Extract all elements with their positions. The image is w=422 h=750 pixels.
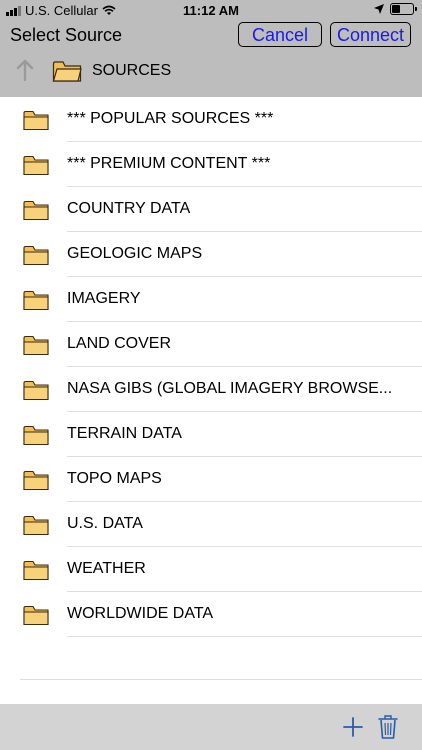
folder-icon [52, 61, 82, 82]
folder-icon [23, 335, 49, 356]
list-divider [20, 679, 422, 680]
list-item-label: *** PREMIUM CONTENT *** [67, 155, 271, 172]
list-item-label: IMAGERY [67, 290, 141, 307]
folder-icon [23, 110, 49, 131]
nav-header: Select Source Cancel Connect SOURCES [0, 22, 422, 97]
list-item[interactable]: LAND COVER [0, 322, 422, 367]
folder-icon [23, 380, 49, 401]
list-item[interactable]: GEOLOGIC MAPS [0, 232, 422, 277]
list-item[interactable]: *** PREMIUM CONTENT *** [0, 142, 422, 187]
folder-icon [23, 605, 49, 626]
status-right [374, 3, 417, 15]
list-item[interactable]: COUNTRY DATA [0, 187, 422, 232]
list-item-label: TERRAIN DATA [67, 425, 182, 442]
list-item[interactable]: WORLDWIDE DATA [0, 592, 422, 637]
folder-icon [23, 425, 49, 446]
list-item-label: TOPO MAPS [67, 470, 162, 487]
list-item-label: U.S. DATA [67, 515, 143, 532]
source-list: *** POPULAR SOURCES *** *** PREMIUM CONT… [0, 97, 422, 637]
folder-icon [23, 200, 49, 221]
bottom-toolbar [0, 704, 422, 750]
location-arrow-icon [374, 4, 384, 14]
list-item-label: NASA GIBS (GLOBAL IMAGERY BROWSE... [67, 380, 393, 397]
page-title: Select Source [10, 25, 123, 45]
list-item-label: WORLDWIDE DATA [67, 605, 214, 622]
add-icon[interactable] [342, 716, 364, 738]
list-item[interactable]: U.S. DATA [0, 502, 422, 547]
list-item[interactable]: WEATHER [0, 547, 422, 592]
trash-icon[interactable] [378, 714, 398, 740]
folder-icon [23, 155, 49, 176]
list-item-label: GEOLOGIC MAPS [67, 245, 203, 262]
status-time: 11:12 AM [183, 3, 239, 18]
battery-icon [390, 3, 417, 15]
list-item[interactable]: NASA GIBS (GLOBAL IMAGERY BROWSE... [0, 367, 422, 412]
list-item-label: COUNTRY DATA [67, 200, 191, 217]
list-item-label: LAND COVER [67, 335, 172, 352]
folder-icon [23, 245, 49, 266]
up-folder-arrow-icon[interactable] [14, 58, 36, 82]
list-item[interactable]: IMAGERY [0, 277, 422, 322]
cancel-button[interactable]: Cancel [238, 22, 322, 47]
list-item-label: *** POPULAR SOURCES *** [67, 110, 274, 127]
folder-icon [23, 560, 49, 581]
list-item-label: WEATHER [67, 560, 146, 577]
list-item[interactable]: TERRAIN DATA [0, 412, 422, 457]
row-separator [67, 636, 422, 637]
connect-button[interactable]: Connect [330, 22, 411, 47]
folder-icon [23, 515, 49, 536]
folder-icon [23, 470, 49, 491]
list-item[interactable]: *** POPULAR SOURCES *** [0, 97, 422, 142]
current-folder-label: SOURCES [92, 62, 172, 79]
folder-icon [23, 290, 49, 311]
list-item[interactable]: TOPO MAPS [0, 457, 422, 502]
status-bar: U.S. Cellular 11:12 AM [0, 0, 422, 22]
